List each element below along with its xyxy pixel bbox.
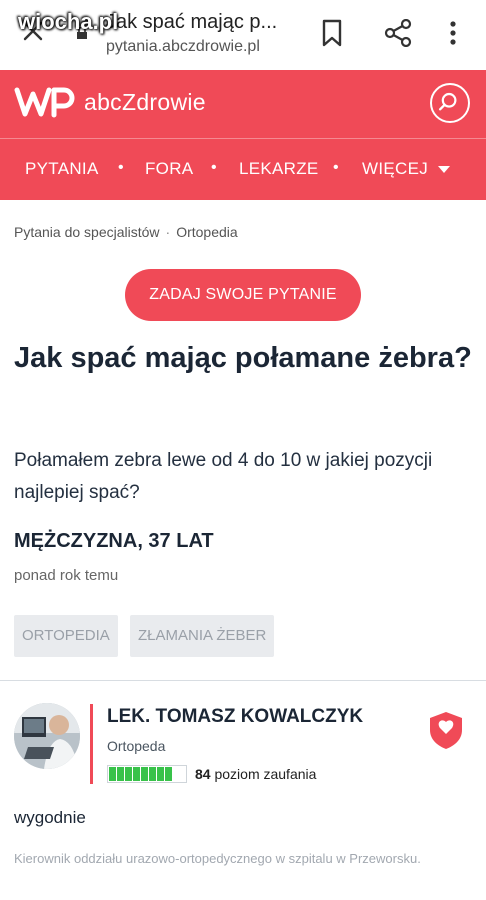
nav-separator: • [211, 159, 217, 176]
breadcrumb-separator: · [165, 224, 171, 240]
trust-segment [125, 767, 132, 781]
trust-value: 84 [195, 766, 211, 782]
trust-segment [149, 767, 156, 781]
trust-label: poziom zaufania [214, 766, 317, 782]
question-title: Jak spać mając połamane żebra? [14, 342, 472, 374]
doctor-accent-bar [90, 704, 93, 784]
tag-ortopedia[interactable]: ORTOPEDIA [14, 615, 118, 657]
nav-separator: • [118, 159, 124, 176]
doctor-photo [14, 703, 80, 769]
bookmark-icon[interactable] [320, 19, 344, 47]
question-body: Połamałem zebra lewe od 4 do 10 w jakiej… [14, 450, 433, 503]
doctor-specialty: Ortopeda [107, 738, 166, 754]
breadcrumb-item-specjalisci[interactable]: Pytania do specjalistów [14, 224, 160, 240]
trust-segment [157, 767, 164, 781]
trust-level-text: 84 poziom zaufania [195, 766, 316, 782]
main-nav: PYTANIA • FORA • LEKARZE • WIĘCEJ [0, 138, 486, 200]
trust-segment [109, 767, 116, 781]
trust-level-bar [107, 765, 187, 783]
nav-separator: • [333, 159, 339, 176]
trust-segment [165, 767, 172, 781]
divider [0, 680, 486, 681]
nav-item-fora[interactable]: FORA [145, 159, 193, 179]
share-icon[interactable] [384, 19, 412, 47]
nav-item-wiecej[interactable]: WIĘCEJ [362, 159, 451, 179]
shield-icon[interactable] [428, 710, 464, 750]
more-vert-icon[interactable] [446, 19, 460, 47]
tab-url[interactable]: pytania.abczdrowie.pl [106, 38, 260, 56]
wp-logo-icon [14, 87, 75, 118]
site-header: abcZdrowie PYTANIA • FORA • LEKARZE • WI… [0, 70, 486, 200]
tab-title: Jak spać mając p... [106, 11, 278, 33]
doctor-bio: Kierownik oddziału urazowo-ortopedyczneg… [14, 851, 421, 866]
doctor-name[interactable]: LEK. TOMASZ KOWALCZYK [107, 706, 363, 728]
answer-text: wygodnie [14, 808, 86, 827]
logo-text: abcZdrowie [84, 88, 206, 115]
trust-segment [141, 767, 148, 781]
nav-item-pytania[interactable]: PYTANIA [25, 159, 99, 179]
nav-item-lekarze[interactable]: LEKARZE [239, 159, 319, 179]
trust-segment [117, 767, 124, 781]
question-author: MĘŻCZYZNA, 37 LAT [14, 530, 214, 552]
tag-zlamania-zeber[interactable]: ZŁAMANIA ŻEBER [130, 615, 275, 657]
doctor-avatar[interactable] [14, 703, 80, 769]
question-time: ponad rok temu [14, 567, 119, 584]
breadcrumb-item-ortopedia[interactable]: Ortopedia [176, 224, 237, 240]
chevron-down-icon [438, 166, 451, 174]
ask-question-button[interactable]: ZADAJ SWOJE PYTANIE [125, 269, 361, 321]
search-icon [438, 92, 457, 111]
trust-segment [133, 767, 140, 781]
search-button[interactable] [430, 83, 470, 123]
site-logo[interactable]: abcZdrowie [14, 82, 206, 122]
breadcrumb: Pytania do specjalistów · Ortopedia [14, 224, 238, 240]
nav-item-wiecej-label: WIĘCEJ [362, 159, 429, 178]
browser-toolbar: Jak spać mając p... pytania.abczdrowie.p… [0, 0, 486, 70]
watermark: wiocha.pl [18, 9, 119, 34]
